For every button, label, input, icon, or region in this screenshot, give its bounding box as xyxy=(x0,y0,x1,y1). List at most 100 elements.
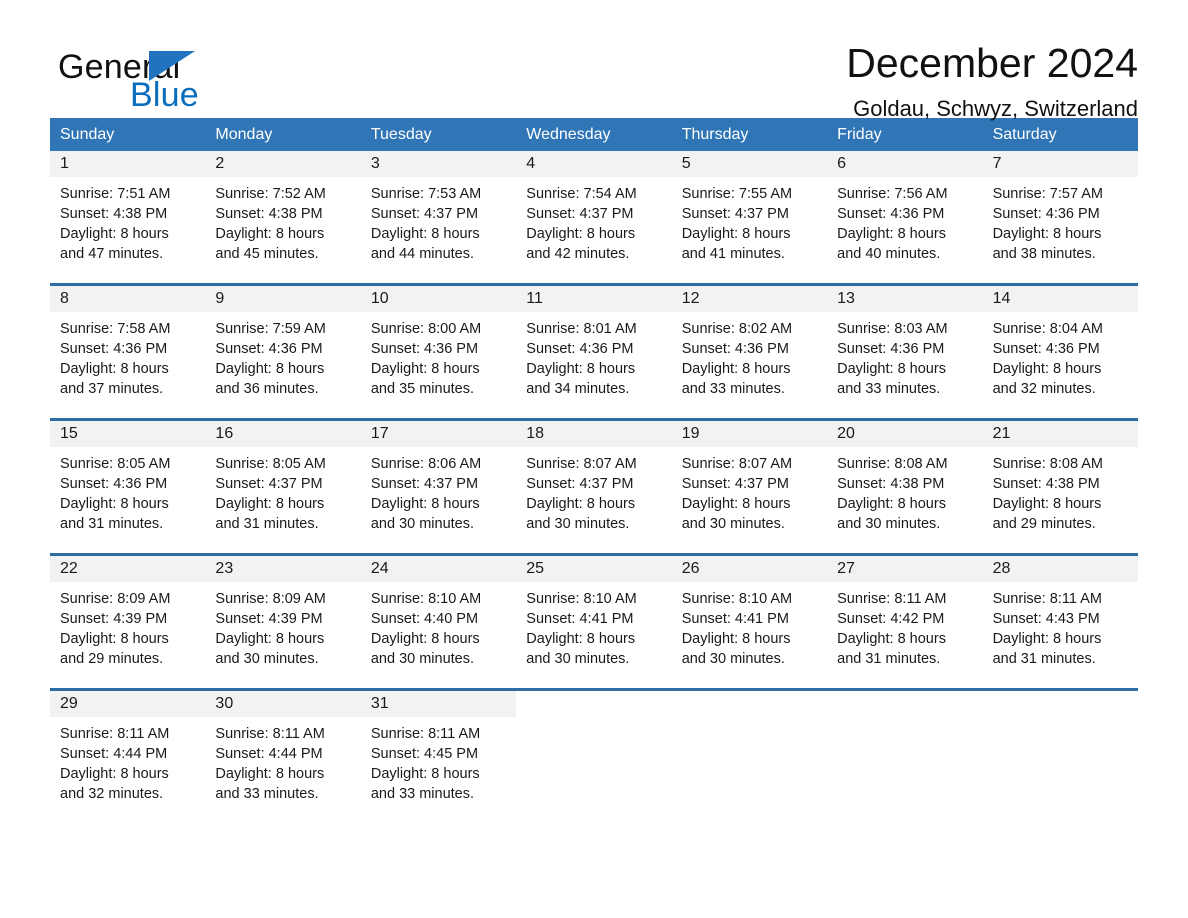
day-number-band: 15 xyxy=(50,421,206,447)
calendar-day-cell[interactable]: 16 Sunrise: 8:05 AM Sunset: 4:37 PM Dayligh… xyxy=(205,421,361,553)
calendar-day-cell[interactable]: 8 Sunrise: 7:58 AM Sunset: 4:36 PM Daylight… xyxy=(50,286,206,418)
day-details: Sunrise: 7:58 AM Sunset: 4:36 PM Daylight:… xyxy=(50,312,205,399)
calendar-day-cell[interactable]: 26 Sunrise: 8:10 AM Sunset: 4:41 PM Dayligh… xyxy=(671,556,828,688)
calendar-grid: Sunday Monday Tuesday Wednesday Thursday… xyxy=(50,118,1138,823)
daylight-text-line2: and 30 minutes. xyxy=(370,651,475,667)
day-details: Sunrise: 8:08 AM Sunset: 4:38 PM Daylight:… xyxy=(827,447,982,534)
day-details: Sunrise: 8:10 AM Sunset: 4:40 PM Daylight:… xyxy=(361,582,516,669)
day-details: Sunrise: 8:01 AM Sunset: 4:36 PM Daylight:… xyxy=(516,312,671,399)
sunrise-text: Sunrise: 8:10 AM xyxy=(526,591,637,607)
sunset-text: Sunset: 4:38 PM xyxy=(992,476,1100,492)
day-number-band xyxy=(982,691,1138,717)
daylight-text-line2: and 35 minutes. xyxy=(370,381,475,397)
sunrise-text: Sunrise: 7:53 AM xyxy=(370,186,482,202)
daylight-text-line1: Daylight: 8 hours xyxy=(370,496,480,512)
general-blue-logo[interactable]: General Blue xyxy=(50,40,300,112)
daylight-text-line1: Daylight: 8 hours xyxy=(681,496,791,512)
day-number: 4 xyxy=(526,155,536,172)
daylight-text-line1: Daylight: 8 hours xyxy=(837,361,946,377)
daylight-text-line2: and 36 minutes. xyxy=(215,381,319,397)
calendar-day-cell[interactable]: 5 Sunrise: 7:55 AM Sunset: 4:37 PM Daylight… xyxy=(671,151,828,283)
weekday-label: Thursday xyxy=(681,125,749,143)
day-details: Sunrise: 7:51 AM Sunset: 4:38 PM Daylight:… xyxy=(50,177,205,264)
day-details: Sunrise: 8:09 AM Sunset: 4:39 PM Daylight:… xyxy=(205,582,360,669)
day-details: Sunrise: 8:06 AM Sunset: 4:37 PM Daylight:… xyxy=(361,447,516,534)
day-number-band xyxy=(827,691,983,717)
day-number: 18 xyxy=(526,425,545,442)
daylight-text-line2: and 29 minutes. xyxy=(992,516,1096,532)
sunrise-text: Sunrise: 8:01 AM xyxy=(526,321,637,337)
day-number: 6 xyxy=(837,155,847,172)
day-details: Sunrise: 7:52 AM Sunset: 4:38 PM Daylight:… xyxy=(205,177,360,264)
sunrise-text: Sunrise: 8:03 AM xyxy=(837,321,948,337)
calendar-day-cell[interactable]: 2 Sunrise: 7:52 AM Sunset: 4:38 PM Daylight… xyxy=(205,151,361,283)
daylight-text-line2: and 33 minutes. xyxy=(837,381,941,397)
sunset-text: Sunset: 4:37 PM xyxy=(526,476,634,492)
sunset-text: Sunset: 4:42 PM xyxy=(837,611,945,627)
daylight-text-line1: Daylight: 8 hours xyxy=(992,496,1102,512)
day-number: 24 xyxy=(370,560,389,577)
day-number: 21 xyxy=(992,425,1011,442)
day-details: Sunrise: 8:11 AM Sunset: 4:44 PM Daylight:… xyxy=(205,717,360,804)
calendar-week-cells: 29 Sunrise: 8:11 AM Sunset: 4:44 PM Dayligh… xyxy=(50,691,1138,823)
calendar-week-cells: 22 Sunrise: 8:09 AM Sunset: 4:39 PM Dayligh… xyxy=(50,556,1138,688)
calendar-cell-empty xyxy=(671,691,828,823)
calendar-day-cell[interactable]: 9 Sunrise: 7:59 AM Sunset: 4:36 PM Daylight… xyxy=(205,286,361,418)
sunset-text: Sunset: 4:37 PM xyxy=(681,476,789,492)
calendar-day-cell[interactable]: 14 Sunrise: 8:04 AM Sunset: 4:36 PM Dayligh… xyxy=(982,286,1138,418)
calendar-day-cell[interactable]: 6 Sunrise: 7:56 AM Sunset: 4:36 PM Daylight… xyxy=(827,151,983,283)
calendar-day-cell[interactable]: 11 Sunrise: 8:01 AM Sunset: 4:36 PM Dayligh… xyxy=(516,286,672,418)
calendar-day-cell[interactable]: 15 Sunrise: 8:05 AM Sunset: 4:36 PM Dayligh… xyxy=(50,421,206,553)
calendar-day-cell[interactable]: 12 Sunrise: 8:02 AM Sunset: 4:36 PM Dayligh… xyxy=(671,286,828,418)
sunset-text: Sunset: 4:38 PM xyxy=(837,476,945,492)
calendar-day-cell[interactable]: 29 Sunrise: 8:11 AM Sunset: 4:44 PM Dayligh… xyxy=(50,691,206,823)
sunset-text: Sunset: 4:36 PM xyxy=(681,341,789,357)
day-number-band: 26 xyxy=(671,556,828,582)
calendar-day-cell[interactable]: 22 Sunrise: 8:09 AM Sunset: 4:39 PM Dayligh… xyxy=(50,556,206,688)
sunset-text: Sunset: 4:36 PM xyxy=(837,206,945,222)
calendar-day-cell[interactable]: 13 Sunrise: 8:03 AM Sunset: 4:36 PM Dayligh… xyxy=(827,286,983,418)
day-number: 15 xyxy=(60,425,78,442)
sunset-text: Sunset: 4:39 PM xyxy=(60,611,168,627)
daylight-text-line1: Daylight: 8 hours xyxy=(370,631,480,647)
calendar-day-cell[interactable]: 17 Sunrise: 8:06 AM Sunset: 4:37 PM Dayligh… xyxy=(360,421,517,553)
calendar-day-cell[interactable]: 20 Sunrise: 8:08 AM Sunset: 4:38 PM Dayligh… xyxy=(827,421,983,553)
day-details: Sunrise: 8:07 AM Sunset: 4:37 PM Daylight:… xyxy=(672,447,827,534)
daylight-text-line1: Daylight: 8 hours xyxy=(370,766,480,782)
calendar-week-cells: 8 Sunrise: 7:58 AM Sunset: 4:36 PM Daylight… xyxy=(50,286,1138,418)
day-number-band: 25 xyxy=(516,556,672,582)
day-number-band: 3 xyxy=(360,151,517,177)
day-number-band xyxy=(516,691,672,717)
day-details: Sunrise: 8:11 AM Sunset: 4:43 PM Daylight:… xyxy=(983,582,1138,669)
calendar-week-row: 22 Sunrise: 8:09 AM Sunset: 4:39 PM Dayligh… xyxy=(50,553,1138,688)
day-number-band xyxy=(671,691,828,717)
calendar-day-cell[interactable]: 3 Sunrise: 7:53 AM Sunset: 4:37 PM Daylight… xyxy=(360,151,517,283)
calendar-day-cell[interactable]: 19 Sunrise: 8:07 AM Sunset: 4:37 PM Dayligh… xyxy=(671,421,828,553)
daylight-text-line2: and 31 minutes. xyxy=(992,651,1096,667)
calendar-day-cell[interactable]: 18 Sunrise: 8:07 AM Sunset: 4:37 PM Dayligh… xyxy=(516,421,672,553)
calendar-day-cell[interactable]: 23 Sunrise: 8:09 AM Sunset: 4:39 PM Dayligh… xyxy=(205,556,361,688)
daylight-text-line2: and 45 minutes. xyxy=(215,246,319,262)
day-details: Sunrise: 8:11 AM Sunset: 4:42 PM Daylight:… xyxy=(827,582,982,669)
calendar-day-cell[interactable]: 10 Sunrise: 8:00 AM Sunset: 4:36 PM Dayligh… xyxy=(360,286,517,418)
calendar-day-cell[interactable]: 4 Sunrise: 7:54 AM Sunset: 4:37 PM Daylight… xyxy=(516,151,672,283)
calendar-day-cell[interactable]: 27 Sunrise: 8:11 AM Sunset: 4:42 PM Dayligh… xyxy=(827,556,983,688)
calendar-day-cell[interactable]: 1 Sunrise: 7:51 AM Sunset: 4:38 PM Daylight… xyxy=(50,151,206,283)
calendar-day-cell[interactable]: 7 Sunrise: 7:57 AM Sunset: 4:36 PM Daylight… xyxy=(982,151,1138,283)
calendar-day-cell[interactable]: 21 Sunrise: 8:08 AM Sunset: 4:38 PM Dayligh… xyxy=(982,421,1138,553)
calendar-day-cell[interactable]: 28 Sunrise: 8:11 AM Sunset: 4:43 PM Dayligh… xyxy=(982,556,1138,688)
calendar-day-cell[interactable]: 31 Sunrise: 8:11 AM Sunset: 4:45 PM Dayligh… xyxy=(360,691,517,823)
calendar-day-cell[interactable]: 24 Sunrise: 8:10 AM Sunset: 4:40 PM Dayligh… xyxy=(360,556,517,688)
daylight-text-line1: Daylight: 8 hours xyxy=(215,766,325,782)
sunset-text: Sunset: 4:36 PM xyxy=(837,341,945,357)
sunset-text: Sunset: 4:40 PM xyxy=(370,611,479,627)
sunrise-text: Sunrise: 8:08 AM xyxy=(837,456,948,472)
calendar-day-cell[interactable]: 25 Sunrise: 8:10 AM Sunset: 4:41 PM Dayligh… xyxy=(516,556,672,688)
day-number-band: 23 xyxy=(205,556,361,582)
calendar-week-cells: 1 Sunrise: 7:51 AM Sunset: 4:38 PM Daylight… xyxy=(50,151,1138,283)
sunrise-text: Sunrise: 7:57 AM xyxy=(992,186,1103,202)
calendar-day-cell[interactable]: 30 Sunrise: 8:11 AM Sunset: 4:44 PM Dayligh… xyxy=(205,691,361,823)
day-details: Sunrise: 7:55 AM Sunset: 4:37 PM Daylight:… xyxy=(672,177,827,264)
sunset-text: Sunset: 4:36 PM xyxy=(60,341,168,357)
calendar-page: General Blue December 2024 Goldau, Schwy… xyxy=(0,0,1188,918)
